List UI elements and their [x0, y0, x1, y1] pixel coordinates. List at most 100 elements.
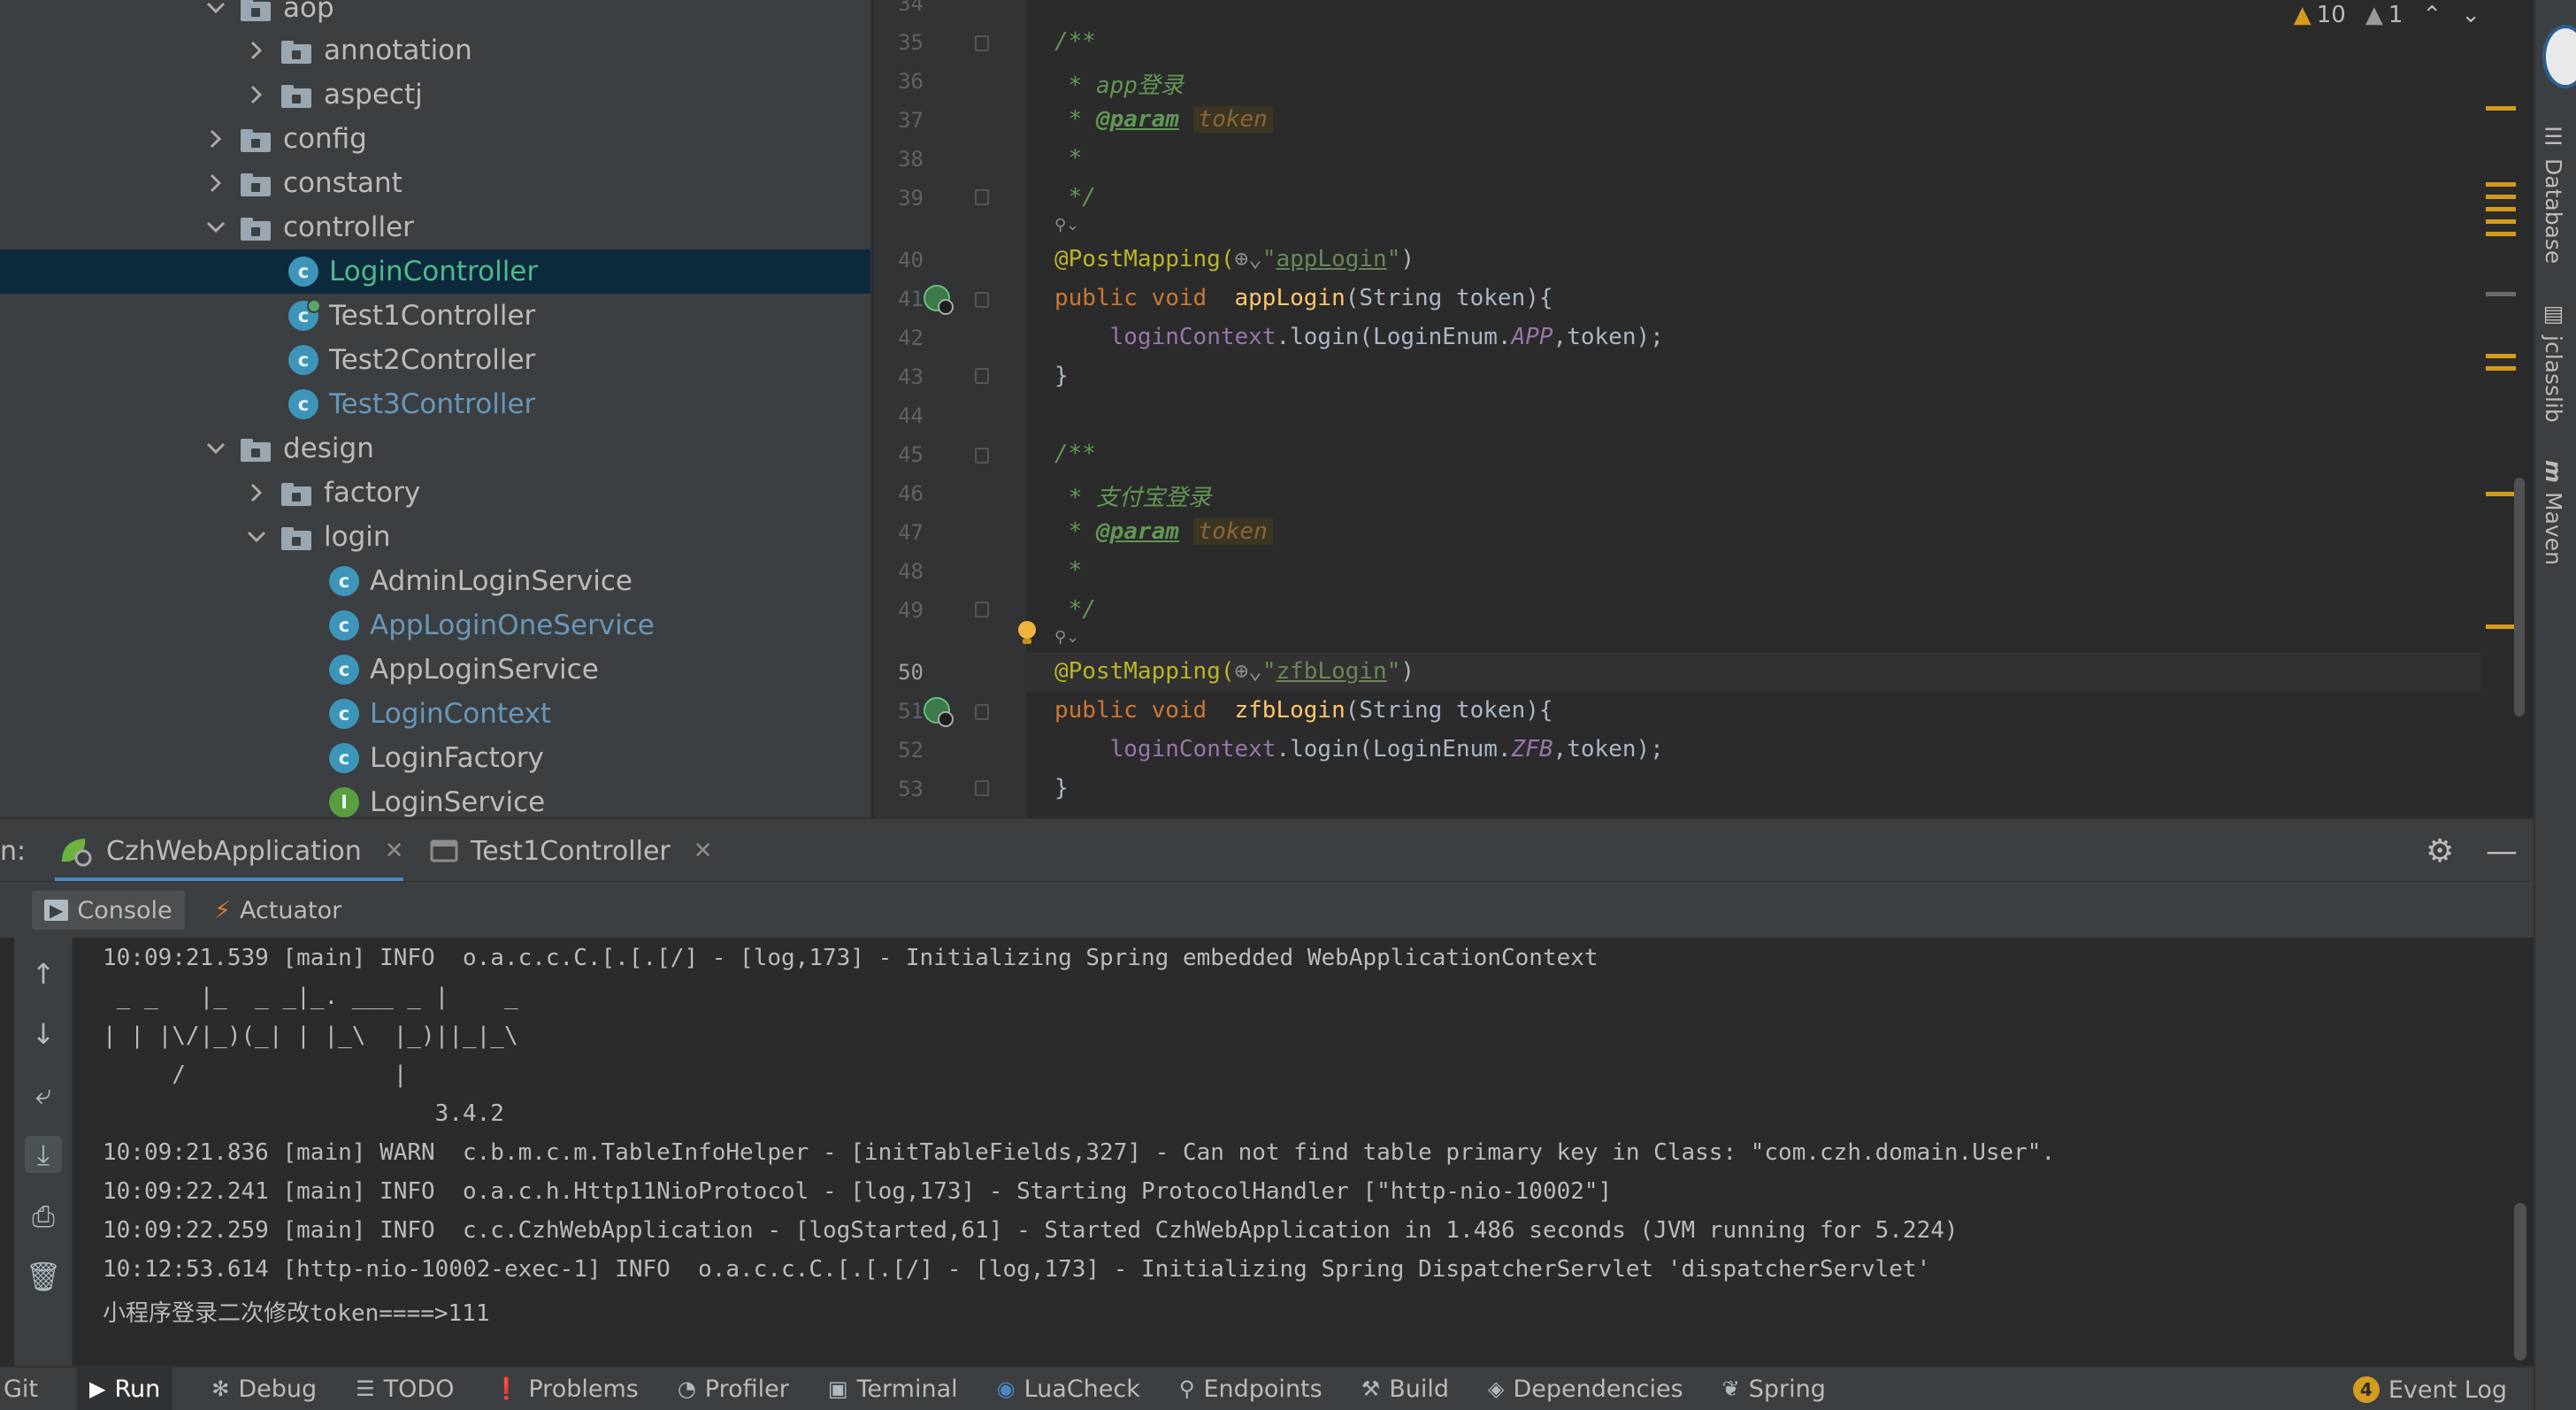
tree-item-apploginservice[interactable]: c AppLoginService: [0, 648, 870, 692]
fold-marker-icon[interactable]: [975, 189, 989, 205]
tab-actuator[interactable]: ⚡ Actuator: [202, 891, 354, 930]
warning-stripe[interactable]: [2486, 207, 2516, 211]
soft-wrap-icon[interactable]: ⤶: [25, 1076, 62, 1113]
chevron-right-icon[interactable]: [242, 80, 271, 109]
statusbar-todo[interactable]: ☰ TODO: [356, 1376, 454, 1403]
tree-item-logincontroller[interactable]: c LoginController: [0, 249, 870, 294]
spring-endpoint-icon[interactable]: [924, 697, 954, 727]
scroll-to-end-icon[interactable]: ⤓: [25, 1136, 62, 1173]
statusbar-luacheck[interactable]: ◉ LuaCheck: [997, 1376, 1140, 1403]
chevron-down-icon[interactable]: ⌄: [2461, 2, 2480, 28]
console-line: 小程序登录二次修改token====>111: [103, 1300, 490, 1327]
tree-item-loginfactory[interactable]: c LoginFactory: [0, 736, 870, 780]
console-line: 3.4.2: [103, 1100, 518, 1127]
tool-database[interactable]: ☰ Database: [2541, 124, 2566, 264]
warning-stripe[interactable]: [2486, 366, 2516, 371]
editor-scrollbar[interactable]: [2514, 478, 2525, 716]
tool-jclasslib[interactable]: ▤ jclasslib: [2541, 301, 2566, 423]
trash-icon[interactable]: 🗑: [25, 1258, 62, 1295]
print-icon[interactable]: ⎙: [25, 1198, 62, 1235]
tree-item-config[interactable]: config: [0, 117, 870, 161]
tree-item-test3controller[interactable]: c Test3Controller: [0, 382, 870, 426]
warning-stripe[interactable]: [2486, 354, 2516, 358]
run-tab-test1controller[interactable]: Test1Controller ✕: [430, 830, 713, 872]
tree-item-aspectj[interactable]: aspectj: [0, 73, 870, 117]
tab-console[interactable]: ▶ Console: [32, 891, 185, 930]
tree-item-aop[interactable]: aop: [0, 0, 870, 30]
statusbar-profiler[interactable]: ◔ Profiler: [678, 1376, 789, 1403]
statusbar-run[interactable]: ▶ Run: [77, 1367, 173, 1410]
endpoint-inlay-icon[interactable]: ⚲⌄: [1054, 628, 1079, 647]
fold-marker-icon[interactable]: [975, 35, 989, 51]
console-line: 10:09:22.241 [main] INFO o.a.c.h.Http11N…: [103, 1178, 1613, 1205]
statusbar-spring[interactable]: ❦ Spring: [1722, 1376, 1826, 1403]
endpoint-inlay-icon[interactable]: ⚲⌄: [1054, 216, 1079, 234]
warning-stripe[interactable]: [2486, 106, 2516, 111]
run-tab-czhwebapplication[interactable]: CzhWebApplication ✕: [58, 830, 404, 872]
statusbar-event-log[interactable]: 4 Event Log: [2352, 1368, 2507, 1410]
luacheck-icon: ◉: [996, 1376, 1016, 1401]
tree-item-logincontext[interactable]: c LoginContext: [0, 692, 870, 736]
warning-stripe[interactable]: [2486, 182, 2516, 187]
close-icon[interactable]: ✕: [385, 838, 404, 864]
tree-item-test2controller[interactable]: c Test2Controller: [0, 338, 870, 382]
fold-marker-icon[interactable]: [975, 292, 989, 308]
fold-marker-icon[interactable]: [975, 780, 989, 796]
folder-icon: [281, 38, 311, 64]
fold-marker-icon[interactable]: [975, 704, 989, 720]
fold-marker-icon[interactable]: [975, 368, 989, 384]
arrow-up-icon[interactable]: ↑: [25, 955, 62, 992]
statusbar-build[interactable]: ⚒ Build: [1361, 1376, 1449, 1403]
tree-item-controller[interactable]: controller: [0, 205, 870, 249]
console-scrollbar[interactable]: [2514, 1203, 2526, 1360]
fold-marker-icon[interactable]: [975, 448, 989, 464]
tree-item-annotation[interactable]: annotation: [0, 28, 870, 73]
inspection-widget[interactable]: ▲ 10 ▲ 1 ⌃ ⌄: [2294, 2, 2480, 28]
chevron-right-icon[interactable]: [202, 169, 230, 197]
statusbar-dependencies[interactable]: ◈ Dependencies: [1488, 1376, 1683, 1403]
arrow-down-icon[interactable]: ↓: [25, 1015, 62, 1053]
statusbar-problems[interactable]: ❗ Problems: [493, 1376, 638, 1403]
code-editor[interactable]: 34 35 36 37 38 39 40 41 42 43 44 45 46 4…: [874, 0, 2534, 817]
chevron-down-icon[interactable]: [242, 523, 271, 551]
spring-endpoint-icon[interactable]: [924, 285, 954, 315]
settings-button[interactable]: ⚙: [2426, 830, 2454, 872]
warning-count[interactable]: ▲ 10: [2294, 2, 2346, 28]
console-output[interactable]: 10:09:21.539 [main] INFO o.a.c.c.C.[.[.[…: [74, 938, 2534, 1366]
lightbulb-icon[interactable]: [1016, 619, 1039, 646]
statusbar-endpoints[interactable]: ⚲ Endpoints: [1179, 1376, 1322, 1403]
tree-item-login[interactable]: login: [0, 515, 870, 559]
tree-item-constant[interactable]: constant: [0, 161, 870, 205]
fold-marker-icon[interactable]: [975, 602, 989, 617]
plugin-logo-icon[interactable]: [2542, 25, 2576, 88]
tree-item-design[interactable]: design: [0, 426, 870, 471]
tree-item-adminloginservice[interactable]: c AdminLoginService: [0, 559, 870, 603]
tree-item-loginservice[interactable]: I LoginService: [0, 780, 870, 817]
warning-stripe[interactable]: [2486, 232, 2516, 236]
chevron-down-icon[interactable]: [202, 213, 230, 241]
hide-button[interactable]: —: [2486, 830, 2518, 872]
warning-stripe[interactable]: [2486, 219, 2516, 224]
statusbar-git[interactable]: Git: [4, 1376, 38, 1403]
line-number: 49: [898, 598, 924, 623]
statusbar-debug[interactable]: ✻ Debug: [211, 1376, 317, 1403]
tree-item-apploginoneservice[interactable]: c AppLoginOneService: [0, 603, 870, 648]
chevron-up-icon[interactable]: ⌃: [2422, 2, 2442, 28]
warning-stripe[interactable]: [2486, 625, 2516, 629]
line-number: 51: [898, 699, 924, 724]
tree-item-factory[interactable]: factory: [0, 471, 870, 515]
chevron-down-icon[interactable]: [202, 0, 230, 22]
chevron-right-icon[interactable]: [202, 125, 230, 153]
console-line: 10:09:21.539 [main] INFO o.a.c.c.C.[.[.[…: [103, 945, 1598, 971]
tree-item-test1controller[interactable]: c Test1Controller: [0, 294, 870, 338]
info-stripe[interactable]: [2486, 292, 2516, 296]
chevron-right-icon[interactable]: [242, 479, 271, 507]
weak-warning-count[interactable]: ▲ 1: [2365, 2, 2404, 28]
chevron-down-icon[interactable]: [202, 434, 230, 463]
close-icon[interactable]: ✕: [694, 838, 713, 864]
tool-maven[interactable]: m Maven: [2541, 460, 2566, 565]
warning-stripe[interactable]: [2486, 195, 2516, 199]
chevron-right-icon[interactable]: [242, 36, 271, 65]
warning-stripe[interactable]: [2486, 492, 2516, 496]
statusbar-terminal[interactable]: ▣ Terminal: [828, 1376, 958, 1403]
